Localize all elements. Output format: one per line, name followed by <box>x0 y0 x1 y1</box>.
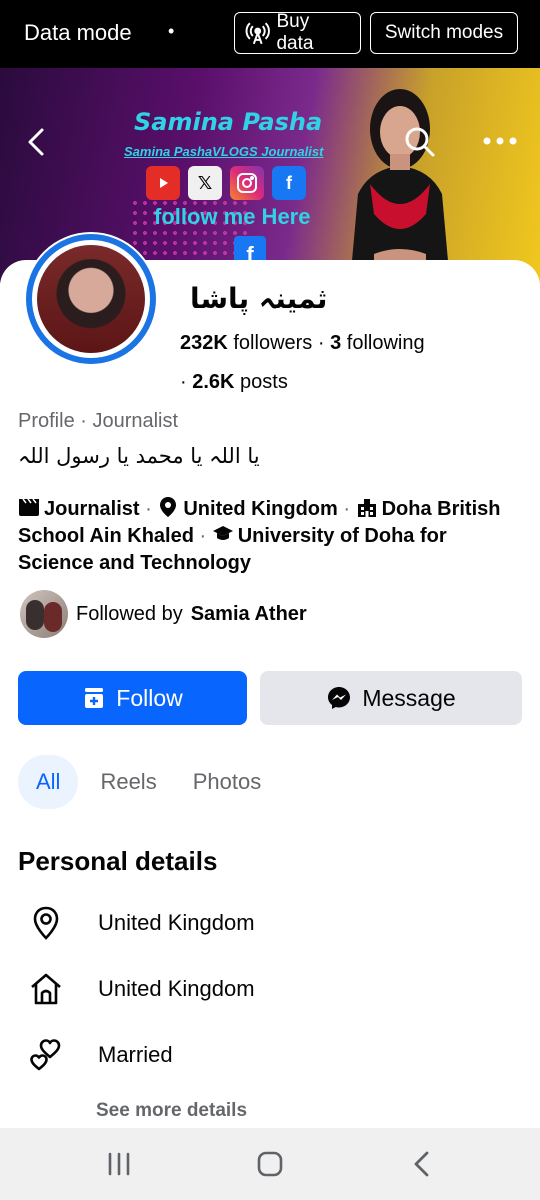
back-button-icon[interactable] <box>407 1150 437 1178</box>
home-icon <box>31 973 61 1005</box>
stats-separator: · <box>180 371 193 393</box>
graduation-cap-icon <box>212 526 233 540</box>
instagram-icon <box>230 166 264 200</box>
posts-count: 2.6K <box>192 371 235 393</box>
cover-title: Samina Pasha <box>134 108 323 136</box>
personal-detail-row[interactable]: United Kingdom <box>28 967 508 1011</box>
posts-label: posts <box>240 371 288 393</box>
recent-apps-icon[interactable] <box>104 1150 134 1178</box>
detail-university-part1: University of Doha for <box>237 525 447 547</box>
switch-modes-button[interactable]: Switch modes <box>370 12 518 54</box>
stats-separator: · <box>317 332 331 354</box>
home-button-icon[interactable] <box>255 1150 285 1178</box>
cover-person-image <box>350 89 450 283</box>
tab-all[interactable]: All <box>18 755 79 809</box>
detail-location: United Kingdom <box>183 498 338 520</box>
tab-reels[interactable]: Reels <box>86 755 170 809</box>
profile-name: ثمینہ پاشا <box>190 282 328 315</box>
message-button[interactable]: Message <box>260 671 522 725</box>
youtube-icon <box>146 166 180 200</box>
facebook-icon: f <box>272 166 306 200</box>
following-count[interactable]: 3 <box>330 332 341 354</box>
hearts-icon <box>30 1039 61 1071</box>
profile-avatar[interactable] <box>24 232 158 366</box>
follow-add-icon <box>85 688 104 708</box>
followed-by-row[interactable]: Followed by Samia Ather <box>20 590 307 638</box>
see-more-details-link[interactable]: See more details <box>96 1100 247 1122</box>
followed-by-name: Samia Ather <box>190 602 307 625</box>
switch-modes-label: Switch modes <box>384 22 504 43</box>
buy-data-button[interactable]: Buy data <box>234 11 361 54</box>
personal-detail-text: United Kingdom <box>98 976 255 1001</box>
personal-details-title: Personal details <box>18 846 218 876</box>
posts-stat: · 2.6K posts <box>180 371 288 394</box>
follow-button[interactable]: Follow <box>18 671 247 725</box>
personal-detail-row[interactable]: United Kingdom <box>28 901 508 945</box>
more-options-icon[interactable] <box>482 134 518 148</box>
x-icon: 𝕏 <box>188 166 222 200</box>
detail-job: Journalist <box>44 498 140 520</box>
follow-label: Follow <box>116 684 183 711</box>
status-dot: • <box>168 21 175 41</box>
mutual-friend-avatar <box>20 590 68 638</box>
followers-count[interactable]: 232K <box>180 332 228 354</box>
followers-label[interactable]: followers <box>233 332 312 354</box>
system-navigation-bar <box>0 1128 540 1200</box>
location-pin-icon <box>33 906 59 940</box>
story-ring <box>26 234 156 364</box>
avatar-image <box>37 245 145 353</box>
profile-stats: 232K followers · 3 following <box>180 332 425 355</box>
messenger-icon <box>328 687 351 709</box>
back-arrow-icon[interactable] <box>22 124 50 160</box>
tab-photos[interactable]: Photos <box>179 755 276 809</box>
cover-subtitle: Samina PashaVLOGS Journalist <box>124 144 324 159</box>
search-icon[interactable] <box>404 126 436 158</box>
profile-details: Journalist · United Kingdom · Doha Briti… <box>18 496 518 577</box>
data-mode-label: Data mode <box>24 20 132 45</box>
location-pin-icon <box>160 497 177 517</box>
profile-bio: یا اللہ یا محمد یا رسول اللہ <box>18 444 260 468</box>
personal-detail-text: Married <box>98 1042 173 1067</box>
clapperboard-icon <box>19 498 39 516</box>
detail-separator: · <box>139 498 158 520</box>
message-label: Message <box>362 684 456 711</box>
detail-separator: · <box>337 498 356 520</box>
detail-school-part2: School Ain Khaled <box>18 525 194 547</box>
personal-detail-text: United Kingdom <box>98 910 255 935</box>
detail-separator: · <box>193 525 212 547</box>
cover-social-icons: 𝕏 f <box>146 166 306 200</box>
broadcast-icon <box>245 22 270 45</box>
personal-detail-row[interactable]: Married <box>28 1033 508 1077</box>
buy-data-label: Buy data <box>276 11 314 54</box>
profile-tabs: All Reels Photos <box>18 755 275 809</box>
cover-follow-text: follow me Here <box>154 204 311 229</box>
detail-university-part2: Science and Technology <box>18 552 252 574</box>
detail-school-part1: Doha British <box>381 498 501 520</box>
profile-category: Profile · Journalist <box>18 410 179 432</box>
followed-by-label: Followed by <box>76 602 183 625</box>
following-label[interactable]: following <box>347 332 425 354</box>
data-mode-bar: Data mode • Buy data Switch modes <box>0 0 540 68</box>
school-building-icon <box>357 499 376 517</box>
